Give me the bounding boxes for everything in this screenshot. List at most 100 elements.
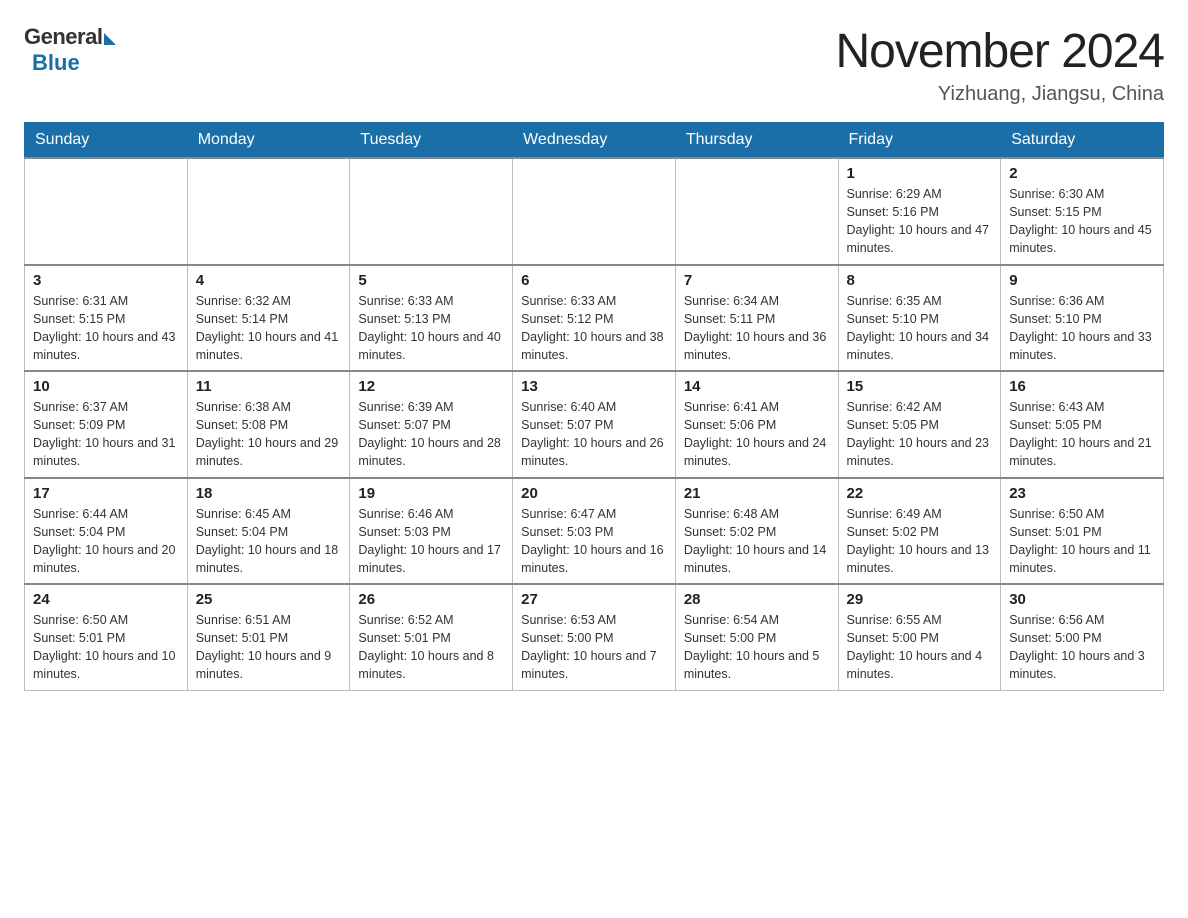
weekday-header-row: SundayMondayTuesdayWednesdayThursdayFrid… [25,123,1164,159]
day-info: Sunrise: 6:54 AMSunset: 5:00 PMDaylight:… [684,611,830,684]
day-number: 26 [358,591,504,608]
weekday-header-thursday: Thursday [675,123,838,159]
calendar-cell: 1 Sunrise: 6:29 AMSunset: 5:16 PMDaylight… [838,158,1001,265]
logo: General Blue [24,24,116,76]
day-info: Sunrise: 6:38 AMSunset: 5:08 PMDaylight:… [196,398,342,471]
weekday-header-friday: Friday [838,123,1001,159]
day-number: 29 [847,591,993,608]
day-number: 2 [1009,165,1155,182]
day-info: Sunrise: 6:31 AMSunset: 5:15 PMDaylight:… [33,292,179,365]
calendar-cell: 6 Sunrise: 6:33 AMSunset: 5:12 PMDaylight… [513,265,676,372]
title-block: November 2024 Yizhuang, Jiangsu, China [835,24,1164,106]
calendar-cell: 5 Sunrise: 6:33 AMSunset: 5:13 PMDaylight… [350,265,513,372]
weekday-header-saturday: Saturday [1001,123,1164,159]
week-row-1: 1 Sunrise: 6:29 AMSunset: 5:16 PMDaylight… [25,158,1164,265]
day-info: Sunrise: 6:29 AMSunset: 5:16 PMDaylight:… [847,185,993,258]
calendar-cell: 28 Sunrise: 6:54 AMSunset: 5:00 PMDayligh… [675,584,838,690]
calendar-cell: 24Sunrise: 6:50 AMSunset: 5:01 PMDayligh… [25,584,188,690]
day-info: Sunrise: 6:33 AMSunset: 5:12 PMDaylight:… [521,292,667,365]
day-number: 13 [521,378,667,395]
day-info: Sunrise: 6:42 AMSunset: 5:05 PMDaylight:… [847,398,993,471]
calendar-cell: 30 Sunrise: 6:56 AMSunset: 5:00 PMDayligh… [1001,584,1164,690]
day-info: Sunrise: 6:43 AMSunset: 5:05 PMDaylight:… [1009,398,1155,471]
day-info: Sunrise: 6:34 AMSunset: 5:11 PMDaylight:… [684,292,830,365]
day-number: 15 [847,378,993,395]
day-info: Sunrise: 6:37 AMSunset: 5:09 PMDaylight:… [33,398,179,471]
page-header: General Blue November 2024 Yizhuang, Jia… [24,24,1164,106]
calendar-cell [513,158,676,265]
day-number: 12 [358,378,504,395]
day-number: 6 [521,272,667,289]
calendar-cell: 4 Sunrise: 6:32 AMSunset: 5:14 PMDaylight… [187,265,350,372]
calendar-cell: 12 Sunrise: 6:39 AMSunset: 5:07 PMDayligh… [350,371,513,478]
day-number: 16 [1009,378,1155,395]
week-row-2: 3 Sunrise: 6:31 AMSunset: 5:15 PMDaylight… [25,265,1164,372]
calendar-cell: 11 Sunrise: 6:38 AMSunset: 5:08 PMDayligh… [187,371,350,478]
day-info: Sunrise: 6:53 AMSunset: 5:00 PMDaylight:… [521,611,667,684]
calendar-cell: 26Sunrise: 6:52 AMSunset: 5:01 PMDayligh… [350,584,513,690]
calendar-cell: 18 Sunrise: 6:45 AMSunset: 5:04 PMDayligh… [187,478,350,585]
day-number: 9 [1009,272,1155,289]
day-info: Sunrise: 6:48 AMSunset: 5:02 PMDaylight:… [684,505,830,578]
weekday-header-monday: Monday [187,123,350,159]
calendar-cell: 19 Sunrise: 6:46 AMSunset: 5:03 PMDayligh… [350,478,513,585]
day-info: Sunrise: 6:51 AMSunset: 5:01 PMDaylight:… [196,611,342,684]
day-info: Sunrise: 6:46 AMSunset: 5:03 PMDaylight:… [358,505,504,578]
day-number: 14 [684,378,830,395]
day-number: 23 [1009,485,1155,502]
calendar-cell: 25Sunrise: 6:51 AMSunset: 5:01 PMDayligh… [187,584,350,690]
week-row-5: 24Sunrise: 6:50 AMSunset: 5:01 PMDayligh… [25,584,1164,690]
calendar-cell [675,158,838,265]
calendar-cell: 21 Sunrise: 6:48 AMSunset: 5:02 PMDayligh… [675,478,838,585]
day-info: Sunrise: 6:40 AMSunset: 5:07 PMDaylight:… [521,398,667,471]
day-info: Sunrise: 6:39 AMSunset: 5:07 PMDaylight:… [358,398,504,471]
week-row-3: 10 Sunrise: 6:37 AMSunset: 5:09 PMDayligh… [25,371,1164,478]
day-number: 21 [684,485,830,502]
day-info: Sunrise: 6:49 AMSunset: 5:02 PMDaylight:… [847,505,993,578]
calendar-cell: 17 Sunrise: 6:44 AMSunset: 5:04 PMDayligh… [25,478,188,585]
day-info: Sunrise: 6:35 AMSunset: 5:10 PMDaylight:… [847,292,993,365]
day-info: Sunrise: 6:30 AMSunset: 5:15 PMDaylight:… [1009,185,1155,258]
calendar-cell: 13 Sunrise: 6:40 AMSunset: 5:07 PMDayligh… [513,371,676,478]
day-number: 20 [521,485,667,502]
week-row-4: 17 Sunrise: 6:44 AMSunset: 5:04 PMDayligh… [25,478,1164,585]
calendar-cell: 8Sunrise: 6:35 AMSunset: 5:10 PMDaylight… [838,265,1001,372]
day-info: Sunrise: 6:45 AMSunset: 5:04 PMDaylight:… [196,505,342,578]
day-number: 1 [847,165,993,182]
day-number: 30 [1009,591,1155,608]
location-text: Yizhuang, Jiangsu, China [835,83,1164,106]
calendar-cell [350,158,513,265]
day-number: 18 [196,485,342,502]
day-number: 10 [33,378,179,395]
calendar-cell: 15 Sunrise: 6:42 AMSunset: 5:05 PMDayligh… [838,371,1001,478]
day-number: 3 [33,272,179,289]
day-info: Sunrise: 6:55 AMSunset: 5:00 PMDaylight:… [847,611,993,684]
day-number: 28 [684,591,830,608]
day-number: 4 [196,272,342,289]
calendar-table: SundayMondayTuesdayWednesdayThursdayFrid… [24,122,1164,691]
day-number: 11 [196,378,342,395]
day-number: 17 [33,485,179,502]
day-number: 24 [33,591,179,608]
calendar-cell [25,158,188,265]
day-number: 19 [358,485,504,502]
calendar-cell: 3 Sunrise: 6:31 AMSunset: 5:15 PMDaylight… [25,265,188,372]
day-number: 27 [521,591,667,608]
calendar-cell: 9Sunrise: 6:36 AMSunset: 5:10 PMDaylight… [1001,265,1164,372]
calendar-cell: 20Sunrise: 6:47 AMSunset: 5:03 PMDayligh… [513,478,676,585]
day-info: Sunrise: 6:56 AMSunset: 5:00 PMDaylight:… [1009,611,1155,684]
calendar-cell: 10 Sunrise: 6:37 AMSunset: 5:09 PMDayligh… [25,371,188,478]
day-number: 22 [847,485,993,502]
day-info: Sunrise: 6:32 AMSunset: 5:14 PMDaylight:… [196,292,342,365]
logo-general-text: General [24,24,102,50]
day-number: 5 [358,272,504,289]
weekday-header-sunday: Sunday [25,123,188,159]
day-info: Sunrise: 6:44 AMSunset: 5:04 PMDaylight:… [33,505,179,578]
calendar-cell: 16 Sunrise: 6:43 AMSunset: 5:05 PMDayligh… [1001,371,1164,478]
day-info: Sunrise: 6:33 AMSunset: 5:13 PMDaylight:… [358,292,504,365]
day-info: Sunrise: 6:50 AMSunset: 5:01 PMDaylight:… [1009,505,1155,578]
day-info: Sunrise: 6:41 AMSunset: 5:06 PMDaylight:… [684,398,830,471]
calendar-cell: 22 Sunrise: 6:49 AMSunset: 5:02 PMDayligh… [838,478,1001,585]
logo-blue-text: Blue [32,50,80,76]
calendar-cell: 14 Sunrise: 6:41 AMSunset: 5:06 PMDayligh… [675,371,838,478]
